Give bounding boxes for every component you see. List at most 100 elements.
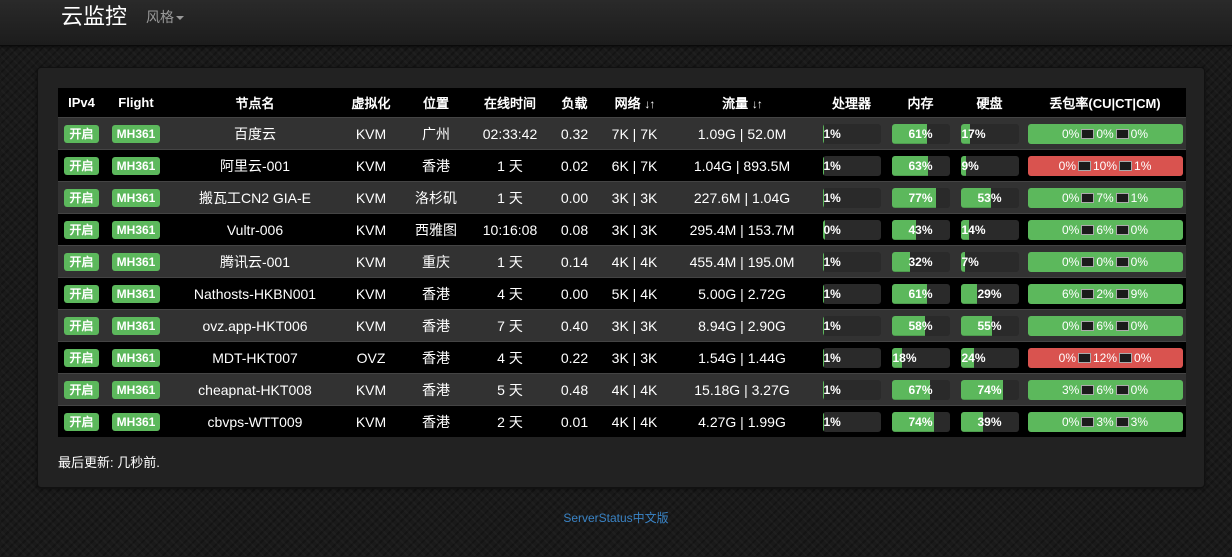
server-table: IPv4 Flight 节点名 虚拟化 位置 在线时间 负载 网络 ↓↑ 流量 … <box>58 88 1186 437</box>
cell-cpu: 1% <box>817 405 886 437</box>
table-row[interactable]: 开启 MH361 阿里云-001 KVM 香港 1 天 0.02 6K | 7K 1.04G |… <box>58 149 1186 182</box>
memory-usage-label: 77% <box>908 190 933 205</box>
cell-disk: 74% <box>955 373 1024 406</box>
sort-arrows-icon[interactable]: ↓↑ <box>752 97 763 111</box>
cell-virt: KVM <box>343 149 399 182</box>
cell-load: 0.48 <box>547 373 602 406</box>
cell-virt: OVZ <box>343 341 399 374</box>
cell-loss: 0% 6% 0% <box>1024 309 1186 342</box>
table-row[interactable]: 开启 MH361 ovz.app-HKT006 KVM 香港 7 天 0.40 3K | 3K… <box>58 309 1186 342</box>
cell-loss: 0% 12% 0% <box>1024 341 1186 374</box>
disk-usage-label: 14% <box>961 222 986 237</box>
disk-usage-bar: 14% <box>960 219 1019 240</box>
loss-cu: 0% <box>1061 318 1080 333</box>
cell-load: 0.01 <box>547 405 602 437</box>
disk-usage-bar: 9% <box>960 155 1019 176</box>
cell-location: 香港 <box>399 149 473 182</box>
brand-title[interactable]: 云监控 <box>61 2 127 32</box>
loss-cm: 0% <box>1130 222 1149 237</box>
table-row[interactable]: 开启 MH361 百度云 KVM 广州 02:33:42 0.32 7K | 7K 1.09G … <box>58 117 1186 150</box>
disk-usage-label: 17% <box>961 126 986 141</box>
cell-location: 香港 <box>399 373 473 406</box>
table-row[interactable]: 开启 MH361 搬瓦工CN2 GIA-E KVM 洛杉矶 1 天 0.00 3K | 3K 2… <box>58 181 1186 214</box>
cell-location: 西雅图 <box>399 213 473 246</box>
disk-usage-bar: 53% <box>960 187 1019 208</box>
cpu-usage-label: 0% <box>823 222 841 237</box>
header-traffic[interactable]: 流量 ↓↑ <box>667 88 817 118</box>
table-row[interactable]: 开启 MH361 cheapnat-HKT008 KVM 香港 5 天 0.48 4K | 4… <box>58 373 1186 406</box>
header-flight: Flight <box>118 95 154 110</box>
table-row[interactable]: 开启 MH361 MDT-HKT007 OVZ 香港 4 天 0.22 3K | 3K 1.54… <box>58 341 1186 374</box>
cell-cpu: 1% <box>817 181 886 214</box>
loss-ct: 6% <box>1096 222 1114 237</box>
monitor-icon <box>1115 384 1129 395</box>
cell-location: 广州 <box>399 117 473 150</box>
cell-cpu: 1% <box>817 373 886 406</box>
memory-usage-bar: 77% <box>891 187 950 208</box>
memory-usage-bar: 63% <box>891 155 950 176</box>
cell-cpu: 1% <box>817 245 886 278</box>
cpu-usage-bar: 1% <box>822 155 881 176</box>
memory-usage-bar: 18% <box>891 347 950 368</box>
cell-uptime: 2 天 <box>473 405 547 437</box>
packet-loss-bar: 0% 10% 1% <box>1027 155 1183 176</box>
memory-usage-label: 61% <box>908 126 933 141</box>
cell-flight: MH361 <box>105 309 167 342</box>
memory-usage-label: 18% <box>892 350 917 365</box>
disk-usage-bar: 29% <box>960 283 1019 304</box>
loss-ct: 12% <box>1092 350 1118 365</box>
disk-usage-bar: 7% <box>960 251 1019 272</box>
cell-name: cheapnat-HKT008 <box>167 373 343 406</box>
cell-memory: 63% <box>886 149 955 182</box>
cell-ipv4: 开启 <box>58 213 105 246</box>
cell-memory: 18% <box>886 341 955 374</box>
cell-disk: 7% <box>955 245 1024 278</box>
memory-usage-bar: 67% <box>891 379 950 400</box>
cell-loss: 3% 6% 0% <box>1024 373 1186 406</box>
disk-usage-bar: 74% <box>960 379 1019 400</box>
disk-usage-label: 53% <box>977 190 1002 205</box>
cell-name: Nathosts-HKBN001 <box>167 277 343 310</box>
table-row[interactable]: 开启 MH361 Vultr-006 KVM 西雅图 10:16:08 0.08 3K | 3… <box>58 213 1186 246</box>
memory-usage-bar: 58% <box>891 315 950 336</box>
footer-link[interactable]: ServerStatus中文版 <box>563 511 668 525</box>
header-virt: 虚拟化 <box>351 96 391 111</box>
cell-traffic: 1.04G | 893.5M <box>667 149 817 182</box>
cpu-usage-bar: 0% <box>822 219 881 240</box>
loss-cu: 0% <box>1061 190 1080 205</box>
cell-load: 0.22 <box>547 341 602 374</box>
ipv4-badge: 开启 <box>64 124 99 143</box>
cell-cpu: 1% <box>817 117 886 150</box>
memory-usage-label: 74% <box>908 414 933 429</box>
loss-ct: 7% <box>1096 190 1114 205</box>
cell-network: 4K | 4K <box>602 373 667 406</box>
monitor-icon <box>1081 320 1095 331</box>
header-network[interactable]: 网络 ↓↑ <box>602 88 667 118</box>
cell-cpu: 0% <box>817 213 886 246</box>
loss-ct: 6% <box>1096 382 1114 397</box>
style-menu[interactable]: 风格 <box>146 8 184 26</box>
cell-ipv4: 开启 <box>58 309 105 342</box>
table-row[interactable]: 开启 MH361 Nathosts-HKBN001 KVM 香港 4 天 0.00 5K | … <box>58 277 1186 310</box>
sort-arrows-icon[interactable]: ↓↑ <box>644 97 655 111</box>
cell-ipv4: 开启 <box>58 277 105 310</box>
loss-cu: 0% <box>1061 254 1080 269</box>
memory-usage-bar: 43% <box>891 219 950 240</box>
table-header: IPv4 Flight 节点名 虚拟化 位置 在线时间 负载 网络 ↓↑ 流量 … <box>58 88 1186 118</box>
cell-loss: 0% 3% 3% <box>1024 405 1186 437</box>
header-traffic-label: 流量 <box>722 96 749 111</box>
table-row[interactable]: 开启 MH361 cbvps-WTT009 KVM 香港 2 天 0.01 4K | 4K 4.… <box>58 405 1186 437</box>
monitor-icon <box>1115 256 1129 267</box>
packet-loss-bar: 0% 6% 0% <box>1027 315 1183 336</box>
cell-flight: MH361 <box>105 277 167 310</box>
loss-cu: 0% <box>1058 350 1076 365</box>
cell-uptime: 1 天 <box>473 245 547 278</box>
cell-network: 3K | 3K <box>602 213 667 246</box>
memory-usage-bar: 61% <box>891 283 950 304</box>
monitor-icon <box>1115 192 1129 203</box>
cell-traffic: 295.4M | 153.7M <box>667 213 817 246</box>
cell-disk: 24% <box>955 341 1024 374</box>
cell-ipv4: 开启 <box>58 405 105 437</box>
table-row[interactable]: 开启 MH361 腾讯云-001 KVM 重庆 1 天 0.14 4K | 4K 455.4M … <box>58 245 1186 278</box>
monitor-icon <box>1081 192 1095 203</box>
